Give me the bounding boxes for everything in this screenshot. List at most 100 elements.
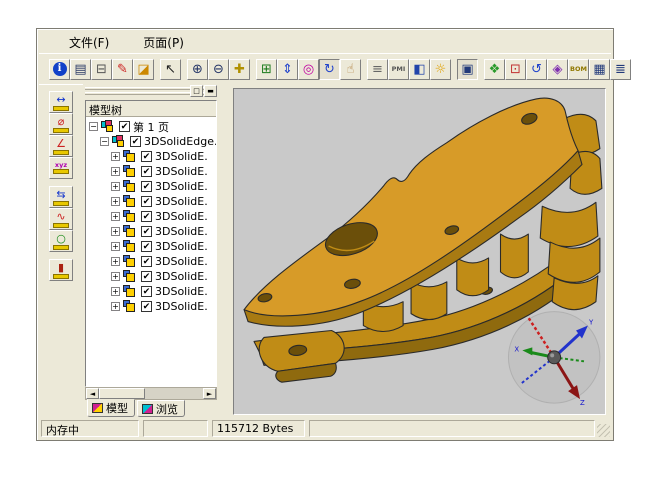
tree-node-part-10[interactable]: +✔3DSolidE. [86, 284, 216, 299]
scroll-right-arrow[interactable]: ► [203, 388, 216, 399]
visibility-checkbox[interactable]: ✔ [141, 211, 152, 222]
scroll-left-arrow[interactable]: ◄ [86, 388, 99, 399]
tree-node-part-2[interactable]: + ✔3DSolidE. [86, 164, 216, 179]
tree-node-label: 3DSolidE. [155, 300, 208, 313]
hand-pan-button[interactable]: ☝ [340, 59, 361, 80]
panel-float-button[interactable]: □ [190, 85, 203, 97]
model-canvas[interactable]: X Y Z [234, 89, 605, 414]
zoom-window-button[interactable]: ⊞ [256, 59, 277, 80]
export-button[interactable]: ◪ [133, 59, 154, 80]
tree-node-part-1[interactable]: +✔3DSolidE. [86, 149, 216, 164]
measure-angle-button[interactable]: ∠ [49, 135, 73, 157]
rotate-view-icon: ↻ [324, 63, 335, 76]
expand-icon[interactable]: + [111, 302, 120, 311]
spin-center-button[interactable]: ↺ [526, 59, 547, 80]
visibility-checkbox[interactable]: ✔ [141, 181, 152, 192]
visibility-checkbox[interactable]: ✔ [119, 121, 130, 132]
assembly-config-button[interactable]: ❖ [484, 59, 505, 80]
visibility-checkbox[interactable]: ✔ [141, 151, 152, 162]
resize-grip[interactable] [597, 424, 610, 437]
expand-icon[interactable]: + [111, 152, 120, 161]
collapse-icon[interactable]: − [89, 122, 98, 131]
expand-icon[interactable]: + [111, 167, 120, 176]
bom-button[interactable]: BOM [568, 59, 589, 80]
explode-button[interactable]: ◈ [547, 59, 568, 80]
visibility-checkbox[interactable]: ✔ [141, 301, 152, 312]
report-window-button[interactable]: ▦ [589, 59, 610, 80]
tree-node-part-6[interactable]: +✔3DSolidE. [86, 224, 216, 239]
visibility-checkbox[interactable]: ✔ [141, 286, 152, 297]
panel-hide-button[interactable]: ▬ [204, 85, 217, 97]
view-file-button[interactable]: ▤ [70, 59, 91, 80]
tree-node-part-9[interactable]: +✔3DSolidE. [86, 269, 216, 284]
tree-node-part-3[interactable]: +✔3DSolidE. [86, 179, 216, 194]
visibility-checkbox[interactable]: ✔ [141, 226, 152, 237]
measure-coordinate-button[interactable]: xyz [49, 157, 73, 179]
markup-pen-button[interactable]: ✎ [112, 59, 133, 80]
tree-node-part-7[interactable]: +✔3DSolidE. [86, 239, 216, 254]
tree-node-label: 3DSolidE. [155, 165, 208, 178]
part-icon [123, 300, 138, 313]
image-view-button[interactable]: ▣ [457, 59, 478, 80]
rotate-view-button[interactable]: ↻ [319, 59, 340, 80]
zoom-dynamic-button[interactable]: ⇕ [277, 59, 298, 80]
menu-page[interactable]: 页面(P) [139, 32, 188, 53]
orbit-target-button[interactable]: ◎ [298, 59, 319, 80]
tree-node-part-8[interactable]: +✔3DSolidE. [86, 254, 216, 269]
gizmo-center-highlight [550, 353, 554, 357]
measure-curve-button[interactable]: ∿ [49, 208, 73, 230]
layers-button[interactable]: ≡ [367, 59, 388, 80]
tree-node-part-4[interactable]: +✔3DSolidE. [86, 194, 216, 209]
tree-node-assembly[interactable]: −✔3DSolidEdge. [86, 134, 216, 149]
measure-radius-button[interactable]: ⌀ [49, 113, 73, 135]
scroll-thumb[interactable] [99, 388, 145, 399]
tree-node-part-5[interactable]: +✔3DSolidE. [86, 209, 216, 224]
visibility-checkbox[interactable]: ✔ [141, 241, 152, 252]
expand-icon[interactable]: + [111, 212, 120, 221]
pan-axes-button[interactable]: ✚ [229, 59, 250, 80]
measure-gap-button[interactable]: ⇆ [49, 186, 73, 208]
zoom-out-button[interactable]: ⊖ [208, 59, 229, 80]
expand-icon[interactable]: + [111, 287, 120, 296]
expand-icon[interactable]: + [111, 182, 120, 191]
measure-area-button[interactable]: ○ [49, 230, 73, 252]
tree-node-page[interactable]: −✔第 1 页 [86, 119, 216, 134]
expand-icon[interactable]: + [111, 242, 120, 251]
measure-radius-icon: ⌀ [58, 116, 65, 127]
select-cursor-button[interactable]: ↖ [160, 59, 181, 80]
expand-icon[interactable]: + [111, 197, 120, 206]
expand-icon[interactable]: + [111, 227, 120, 236]
visibility-checkbox[interactable]: ✔ [141, 166, 152, 177]
visibility-checkbox[interactable]: ✔ [130, 136, 141, 147]
tree-node-part-11[interactable]: + ✔3DSolidE. [86, 299, 216, 314]
print-button[interactable]: ⊟ [91, 59, 112, 80]
viewport-3d[interactable]: X Y Z [233, 88, 606, 415]
measure-distance-button[interactable]: ↔ [49, 91, 73, 113]
part-icon [123, 285, 138, 298]
expand-icon[interactable]: + [111, 272, 120, 281]
tree-window-button[interactable]: ≣ [610, 59, 631, 80]
zoom-in-button[interactable]: ⊕ [187, 59, 208, 80]
measure-volume-button[interactable]: ▮ [49, 259, 73, 281]
collapse-icon[interactable]: − [100, 137, 109, 146]
pmi-button[interactable]: PMI [388, 59, 409, 80]
visibility-checkbox[interactable]: ✔ [141, 271, 152, 282]
expand-icon[interactable]: + [111, 257, 120, 266]
light-button[interactable]: ☼ [430, 59, 451, 80]
part-icon [123, 210, 138, 223]
info-button[interactable]: i [49, 59, 70, 80]
tab-browse[interactable]: 浏览 [137, 400, 185, 417]
screen-capture-button[interactable]: ⊡ [505, 59, 526, 80]
part-icon [123, 150, 138, 163]
model-roller [411, 282, 447, 320]
scroll-track[interactable] [145, 388, 203, 399]
menu-file[interactable]: 文件(F) [65, 32, 113, 53]
measure-distance-icon: ↔ [56, 94, 65, 105]
views-cube-button[interactable]: ◧ [409, 59, 430, 80]
assembly-icon [101, 120, 116, 133]
orientation-gizmo[interactable]: X Y Z [508, 312, 599, 407]
tab-model[interactable]: 模型 [87, 399, 135, 417]
visibility-checkbox[interactable]: ✔ [141, 196, 152, 207]
assembly-config-icon: ❖ [489, 63, 501, 76]
visibility-checkbox[interactable]: ✔ [141, 256, 152, 267]
